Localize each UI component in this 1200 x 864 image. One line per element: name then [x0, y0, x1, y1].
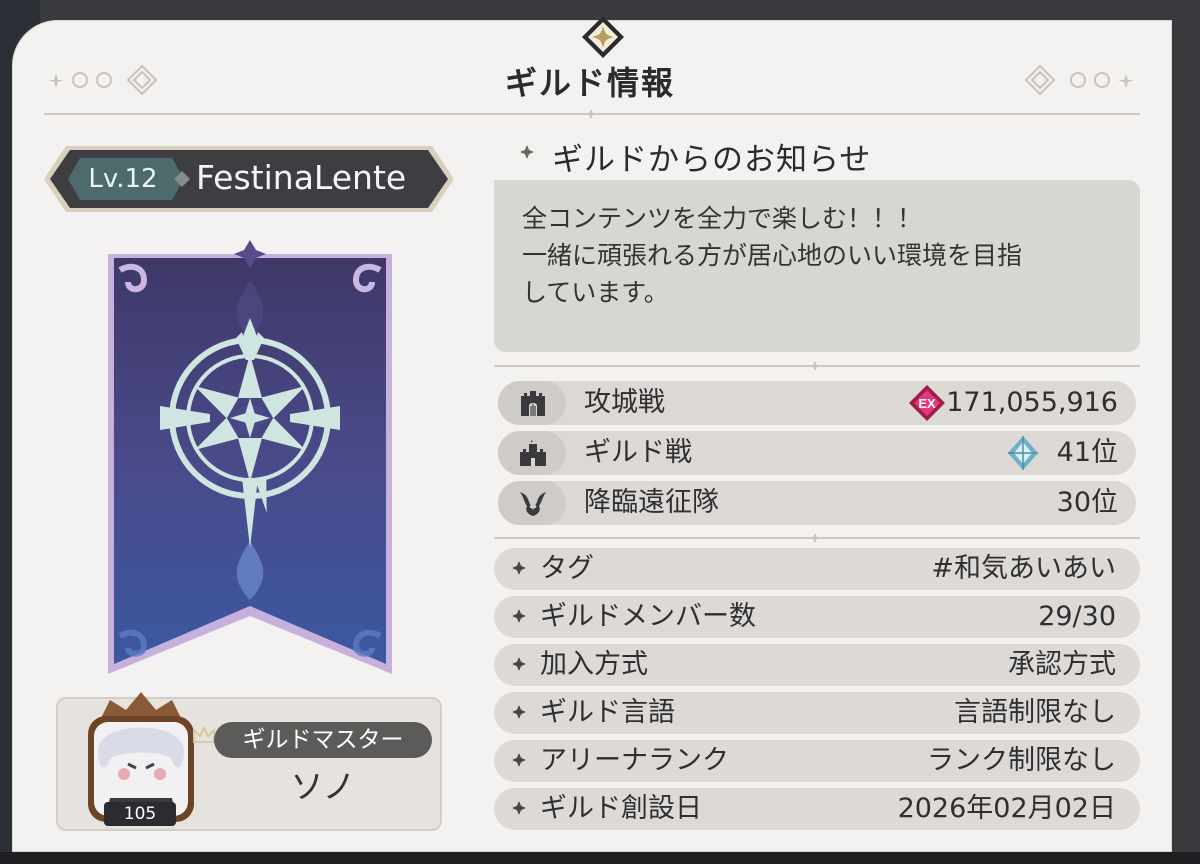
- info-row-join-method: 加入方式 承認方式: [494, 644, 1140, 686]
- list-star-icon: [512, 657, 526, 671]
- info-value: 承認方式: [1008, 649, 1116, 680]
- info-row-arena-rank: アリーナランク ランク制限なし: [494, 740, 1140, 782]
- notice-star-icon: [520, 145, 534, 159]
- ranking-row-expedition[interactable]: 降臨遠征隊 30位: [498, 481, 1136, 525]
- dragon-icon: [498, 481, 566, 525]
- info-label: タグ: [540, 553, 594, 584]
- guild-banner-emblem: [108, 240, 392, 674]
- divider-star-icon: [810, 361, 820, 371]
- list-star-icon: [512, 705, 526, 719]
- castle-icon: [498, 431, 566, 475]
- notice-heading: ギルドからのお知らせ: [552, 142, 872, 178]
- info-row-members: ギルドメンバー数 29/30: [494, 596, 1140, 638]
- ranking-value: 171,055,916: [946, 387, 1118, 418]
- list-star-icon: [512, 753, 526, 767]
- ranking-value: 41位: [1056, 437, 1118, 468]
- ranking-label: ギルド戦: [584, 437, 692, 468]
- ranking-label: 攻城戦: [584, 387, 665, 418]
- info-value: 29/30: [1038, 601, 1116, 632]
- ranking-row-guild-war[interactable]: ギルド戦 41位: [498, 431, 1136, 475]
- guild-master-level: 105: [104, 802, 176, 826]
- info-value: 言語制限なし: [954, 697, 1116, 728]
- info-label: ギルドメンバー数: [540, 601, 756, 632]
- divider-star-icon: [810, 533, 820, 543]
- ranking-value: 30位: [1056, 487, 1118, 518]
- ex-rank-badge-icon: EX: [909, 385, 945, 421]
- list-star-icon: [512, 609, 526, 623]
- notice-text: 全コンテンツを全力で楽しむ！！！ 一緒に頑張れる方が居心地のいい環境を目指 して…: [522, 204, 1023, 307]
- notice-box: 全コンテンツを全力で楽しむ！！！ 一緒に頑張れる方が居心地のいい環境を目指 して…: [494, 180, 1140, 352]
- guild-master-name: ソノ: [290, 767, 356, 806]
- top-gem-ornament-icon: [582, 16, 624, 58]
- info-label: アリーナランク: [540, 745, 729, 776]
- crown-icon: [193, 726, 215, 743]
- guild-level: Lv.12: [88, 164, 158, 194]
- crystal-rank-badge-icon: [1008, 436, 1038, 470]
- page-title: ギルド情報: [504, 64, 675, 102]
- info-row-language: ギルド言語 言語制限なし: [494, 692, 1140, 734]
- info-value: #和気あいあい: [931, 553, 1116, 584]
- info-value: ランク制限なし: [927, 745, 1116, 776]
- info-value: 2026年02月02日: [897, 793, 1116, 824]
- ranking-row-siege[interactable]: 攻城戦 EX 171,055,916: [498, 381, 1136, 425]
- info-row-tag: タグ #和気あいあい: [494, 548, 1140, 590]
- castle-gate-icon: [498, 381, 566, 425]
- guild-master-tag: ギルドマスター: [214, 722, 432, 758]
- list-star-icon: [512, 801, 526, 815]
- info-row-founded-date: ギルド創設日 2026年02月02日: [494, 788, 1140, 830]
- svg-text:EX: EX: [918, 396, 936, 411]
- background-bottom: [0, 852, 1200, 864]
- info-label: ギルド言語: [540, 697, 675, 728]
- guild-name: FestinaLente: [196, 158, 407, 197]
- right-title-ornament-icon: [1024, 64, 1134, 96]
- ranking-label: 降臨遠征隊: [584, 487, 719, 518]
- divider-star-icon: [586, 109, 596, 119]
- info-label: 加入方式: [540, 649, 648, 680]
- list-star-icon: [512, 561, 526, 575]
- info-label: ギルド創設日: [540, 793, 702, 824]
- left-title-ornament-icon: [48, 64, 158, 96]
